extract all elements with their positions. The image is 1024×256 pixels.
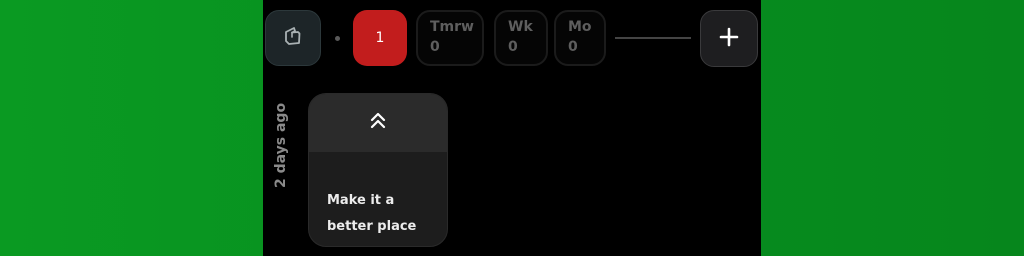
app-screen: 1 Tmrw 0 Wk 0 Mo 0 2 days ago Make it a … — [263, 0, 761, 256]
tomorrow-count: 0 — [430, 39, 440, 55]
note-text: Make it a better place — [327, 193, 417, 234]
separator-dot — [335, 36, 340, 41]
tag-icon — [281, 24, 305, 52]
tomorrow-label: Tmrw — [430, 19, 474, 35]
week-count-tile[interactable]: Wk 0 — [494, 10, 548, 66]
add-item-button[interactable] — [700, 10, 758, 67]
tag-filter-button[interactable] — [265, 10, 321, 66]
today-count-tile[interactable]: 1 — [353, 10, 407, 66]
double-chevron-up-icon — [368, 110, 388, 136]
date-group-label: 2 days ago — [273, 102, 289, 188]
today-count: 1 — [375, 29, 385, 46]
note-card[interactable]: Make it a better place — [308, 93, 448, 247]
card-header[interactable] — [309, 94, 447, 152]
month-count: 0 — [568, 39, 578, 55]
tomorrow-count-tile[interactable]: Tmrw 0 — [416, 10, 484, 66]
plus-icon — [718, 26, 740, 52]
week-count: 0 — [508, 39, 518, 55]
divider-line — [615, 37, 691, 39]
month-label: Mo — [568, 19, 592, 35]
month-count-tile[interactable]: Mo 0 — [554, 10, 606, 66]
week-label: Wk — [508, 19, 533, 35]
